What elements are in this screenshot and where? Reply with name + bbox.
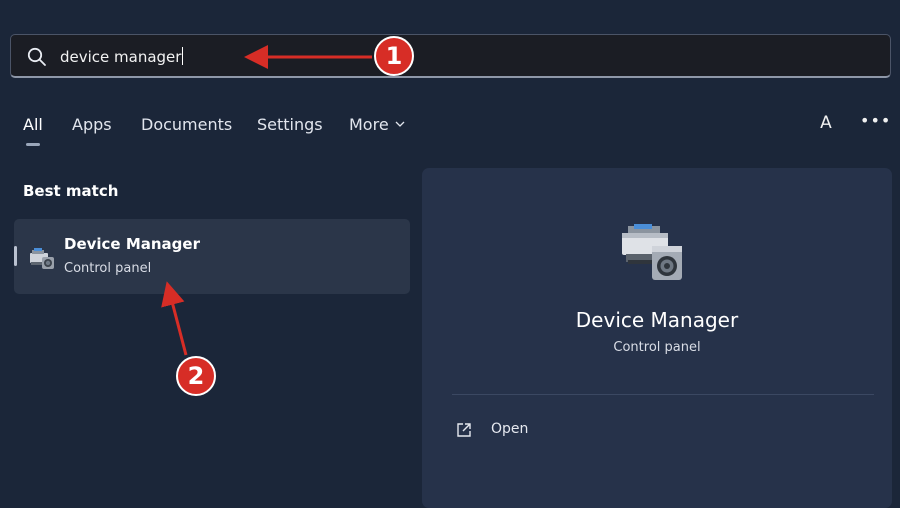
tab-settings[interactable]: Settings: [257, 114, 323, 136]
annotation-badge-2: 2: [176, 356, 216, 396]
tab-apps[interactable]: Apps: [72, 114, 112, 136]
annotation-badge-1: 1: [374, 36, 414, 76]
preview-subtitle: Control panel: [613, 340, 701, 355]
tab-documents[interactable]: Documents: [141, 114, 232, 136]
arrow-2: [161, 281, 188, 356]
search-input-value: device manager: [60, 48, 182, 66]
active-tab-indicator: [26, 143, 40, 146]
search-input[interactable]: device manager: [60, 47, 184, 67]
preview-divider: [452, 394, 874, 395]
open-action-label: Open: [491, 421, 529, 437]
selection-accent: [14, 246, 17, 266]
device-manager-large-icon: [622, 224, 682, 280]
text-caret: [182, 47, 184, 65]
best-match-result[interactable]: Device Manager Control panel: [14, 219, 410, 294]
account-avatar[interactable]: A: [814, 111, 838, 135]
more-options-button[interactable]: •••: [860, 110, 890, 134]
best-match-heading: Best match: [23, 182, 119, 200]
preview-pane: Device Manager Control panel Open: [422, 168, 892, 508]
search-bar[interactable]: device manager: [10, 34, 891, 78]
open-action[interactable]: Open: [455, 418, 595, 442]
result-subtitle: Control panel: [64, 261, 152, 276]
search-icon: [27, 47, 46, 66]
tab-all[interactable]: All: [23, 114, 43, 136]
device-manager-icon: [30, 248, 54, 269]
tab-more-label: More: [349, 115, 389, 134]
result-title: Device Manager: [64, 235, 200, 253]
preview-title: Device Manager: [575, 308, 739, 332]
tab-more[interactable]: More: [349, 114, 405, 136]
chevron-down-icon: [395, 121, 405, 127]
open-external-icon: [457, 423, 471, 437]
